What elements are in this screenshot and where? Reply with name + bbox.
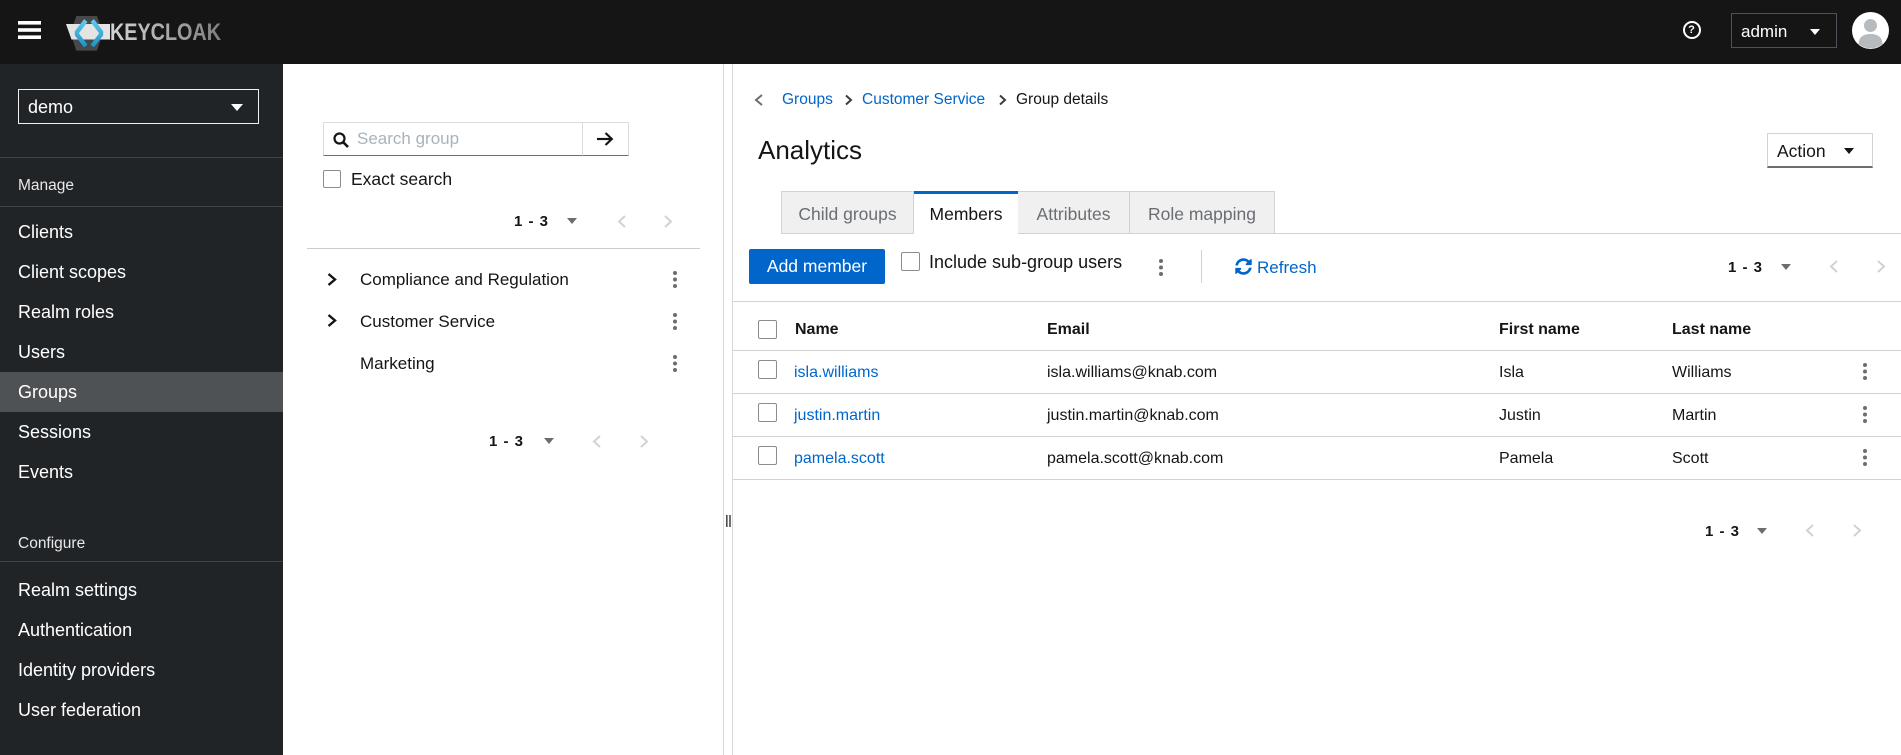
svg-text:KEYCLOAK: KEYCLOAK [110, 19, 222, 46]
